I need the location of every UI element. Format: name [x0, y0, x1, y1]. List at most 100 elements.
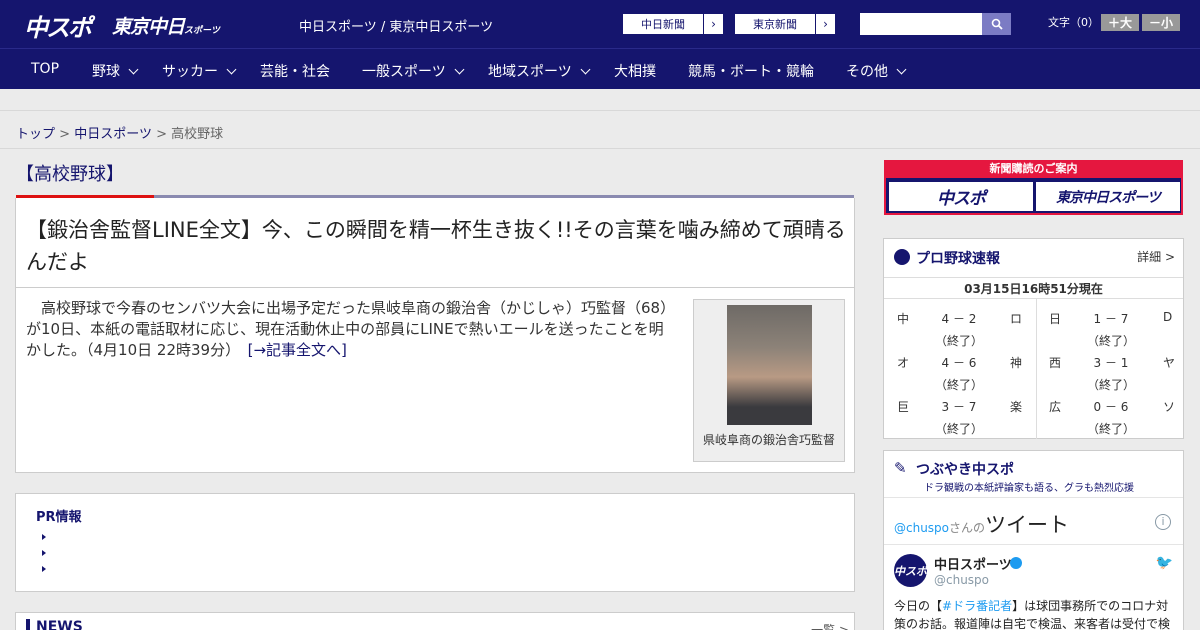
top-header: 中スポ 東京中日スポーツ 中日スポーツ / 東京中日スポーツ 中日新聞 › 東京…	[0, 0, 1200, 48]
pr-section: PR情報	[15, 493, 855, 592]
scores-title: プロ野球速報	[916, 251, 1000, 267]
read-more-link[interactable]: [→記事全文へ]	[248, 341, 347, 359]
twitter-bird-icon[interactable]: 🐦	[1156, 555, 1173, 571]
breadcrumb-band: トップ > 中日スポーツ > 高校野球	[0, 110, 1200, 149]
nav-label: サッカー	[162, 64, 218, 80]
nav-racing[interactable]: 競馬・ボート・競輪	[688, 61, 814, 81]
search-button[interactable]	[982, 13, 1011, 35]
chunichi-shimbun-link[interactable]: 中日新聞 ›	[622, 13, 724, 35]
timeline-header: @chuspoさんのツイート	[894, 509, 1069, 539]
nav-label: その他	[846, 64, 888, 80]
tokyo-shimbun-link[interactable]: 東京新聞 ›	[734, 13, 836, 35]
nav-label: 地域スポーツ	[488, 64, 572, 80]
font-larger-button[interactable]: ＋大	[1101, 14, 1139, 31]
tweet-text: 今日の【#ドラ番記者】は球団事務所でのコロナ対策のお話。報道陣は自宅で検温、来客…	[894, 597, 1174, 630]
subscription-heading: 新聞購読のご案内	[884, 160, 1183, 178]
game-home-team: 日	[1049, 312, 1062, 326]
section-title: 【高校野球】	[16, 164, 124, 185]
tweet-account-name[interactable]: 中日スポーツ	[934, 554, 1012, 573]
chevron-down-icon	[454, 64, 465, 75]
article-photo[interactable]	[727, 305, 812, 425]
nav-label: 競馬・ボート・競輪	[688, 64, 814, 80]
breadcrumb-home[interactable]: トップ	[16, 127, 55, 142]
news-list-link[interactable]: 一覧 >	[811, 621, 849, 630]
game-away-team: ソ	[1163, 400, 1176, 414]
divider	[884, 544, 1183, 545]
chuspo-subscribe-logo[interactable]: 中スポ	[889, 182, 1033, 211]
news-accent-bar	[26, 619, 30, 630]
font-smaller-button[interactable]: －小	[1142, 14, 1180, 31]
game-score[interactable]: 3 － 1	[1086, 354, 1136, 371]
game-status: （終了）	[1086, 378, 1135, 392]
chevron-down-icon	[580, 64, 591, 75]
breadcrumb-separator: >	[156, 127, 167, 142]
nav-soccer[interactable]: サッカー	[162, 61, 237, 81]
tweets-subtitle: ドラ観戦の本紙評論家も語る、グラも熱烈応援	[924, 483, 1134, 494]
tokyo-shimbun-label: 東京新聞	[753, 18, 797, 31]
chunichi-shimbun-label: 中日新聞	[641, 18, 685, 31]
breadcrumb-parent[interactable]: 中日スポーツ	[74, 127, 152, 142]
game-score[interactable]: 4 － 2	[934, 310, 984, 327]
game-score[interactable]: 0 － 6	[1086, 398, 1136, 415]
subscription-banner[interactable]: 新聞購読のご案内 中スポ 東京中日スポーツ	[884, 160, 1183, 215]
nav-label: 野球	[92, 64, 120, 80]
search-input[interactable]	[860, 13, 982, 35]
scores-updated: 03月15日16時51分現在	[884, 277, 1183, 299]
avatar[interactable]: 中スポ	[894, 554, 927, 587]
chevron-down-icon	[896, 64, 907, 75]
game-away-team: ロ	[1010, 312, 1023, 326]
game-home-team: 中	[897, 312, 910, 326]
nav-entertainment[interactable]: 芸能・社会	[260, 61, 330, 81]
nav-top[interactable]: TOP	[31, 61, 59, 77]
breadcrumb: トップ > 中日スポーツ > 高校野球	[16, 123, 223, 142]
search-icon	[991, 18, 1003, 30]
nav-label: 一般スポーツ	[362, 64, 446, 80]
nav-general-sports[interactable]: 一般スポーツ	[362, 61, 465, 81]
game-status: （終了）	[934, 334, 983, 348]
game-score[interactable]: 4 － 6	[934, 354, 984, 371]
tweet-account-handle[interactable]: @chuspo	[934, 573, 989, 587]
nav-local-sports[interactable]: 地域スポーツ	[488, 61, 591, 81]
main-nav: TOP 野球 サッカー 芸能・社会 一般スポーツ 地域スポーツ 大相撲 競馬・ボ…	[0, 48, 1200, 89]
site-title[interactable]: 中日スポーツ / 東京中日スポーツ	[299, 16, 493, 35]
twitter-handle-link[interactable]: @chuspo	[894, 521, 949, 535]
pro-baseball-scores: プロ野球速報 詳細 > 03月15日16時51分現在 中 4 － 2 ロ （終了…	[883, 238, 1184, 439]
game-away-team: 楽	[1010, 400, 1023, 414]
game-status: （終了）	[1086, 334, 1135, 348]
scores-detail-link[interactable]: 詳細 >	[1137, 248, 1175, 265]
game-status: （終了）	[1086, 422, 1135, 436]
game-away-team: ヤ	[1163, 356, 1176, 370]
tweet-hashtag-link[interactable]: #ドラ番記者	[942, 599, 1012, 613]
game-score[interactable]: 3 － 7	[934, 398, 984, 415]
bird-icon: ✎	[894, 459, 907, 477]
baseball-icon	[894, 249, 910, 265]
pr-title: PR情報	[36, 510, 82, 525]
article-lead: 高校野球で今春のセンバツ大会に出場予定だった県岐阜商の鍛治舎（かじしゃ）巧監督（…	[26, 298, 676, 361]
chuspo-logo[interactable]: 中スポ	[24, 8, 92, 43]
chevron-right-icon: ›	[815, 14, 835, 34]
nav-other[interactable]: その他	[846, 61, 907, 81]
photo-caption: 県岐阜商の鍛治舎巧監督	[702, 433, 835, 447]
game-away-team: 神	[1010, 356, 1023, 370]
chevron-right-icon: ›	[703, 14, 723, 34]
divider	[16, 287, 854, 288]
tokyo-chunichi-logo[interactable]: 東京中日スポーツ	[112, 12, 220, 39]
game-home-team: オ	[897, 356, 910, 370]
game-home-team: 巨	[897, 400, 910, 414]
tweet-text-prefix: 今日の【	[894, 599, 943, 613]
nav-baseball[interactable]: 野球	[92, 61, 139, 81]
timeline-title: ツイート	[985, 513, 1070, 537]
article-card: 【鍛治舎監督LINE全文】今、この瞬間を精一杯生き抜く!!その言葉を噛み締めて頑…	[15, 198, 855, 473]
chevron-down-icon	[226, 64, 237, 75]
tokyo-subscribe-logo[interactable]: 東京中日スポーツ	[1036, 182, 1180, 211]
info-icon[interactable]: i	[1155, 514, 1171, 530]
nav-sumo[interactable]: 大相撲	[614, 61, 656, 81]
breadcrumb-separator: >	[59, 127, 71, 142]
article-headline[interactable]: 【鍛治舎監督LINE全文】今、この瞬間を精一杯生き抜く!!その言葉を噛み締めて頑…	[26, 214, 852, 278]
game-home-team: 広	[1049, 400, 1062, 414]
news-title: NEWS	[36, 619, 83, 630]
game-score[interactable]: 1 － 7	[1086, 310, 1136, 327]
game-home-team: 西	[1049, 356, 1062, 370]
font-size-label: 文字（0）	[1048, 16, 1099, 29]
bullet-icon	[42, 550, 46, 556]
